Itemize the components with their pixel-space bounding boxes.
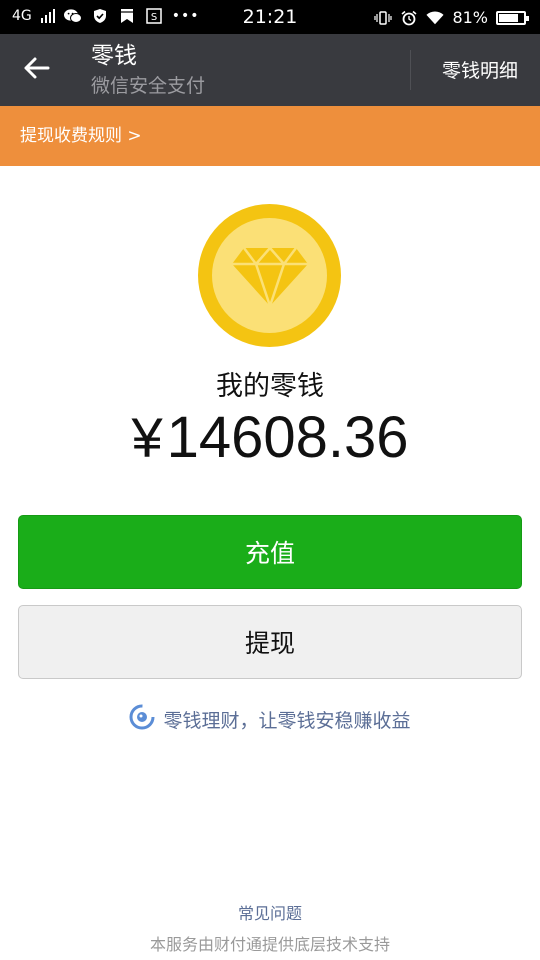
nav-titles: 零钱 微信安全支付: [91, 42, 205, 100]
footer-note: 本服务由财付通提供底层技术支持: [149, 935, 390, 954]
alarm-icon: [400, 10, 418, 26]
balance-value: 14608.36: [166, 405, 409, 470]
diamond-coin-icon: [198, 204, 341, 347]
page-subtitle: 微信安全支付: [91, 75, 206, 97]
battery-icon: [496, 10, 529, 25]
status-right: 81%: [374, 8, 529, 27]
faq-link[interactable]: 常见问题: [0, 900, 540, 924]
back-button[interactable]: [14, 48, 58, 92]
vibrate-icon: [374, 10, 393, 26]
battery-percent: 81%: [452, 8, 488, 27]
balance-label: 我的零钱: [216, 371, 324, 402]
nav-bar: 零钱 微信安全支付 零钱明细: [0, 34, 540, 106]
withdraw-fee-rules-link[interactable]: 提现收费规则 >: [0, 106, 540, 166]
licaitong-icon: [129, 704, 155, 735]
page-title: 零钱: [91, 43, 137, 69]
diamond-icon: [231, 246, 308, 307]
withdraw-button[interactable]: 提现: [18, 605, 522, 679]
nav-divider: [410, 50, 411, 90]
coin-inner: [212, 218, 327, 333]
change-details-button[interactable]: 零钱明细: [442, 56, 518, 83]
currency-symbol: ¥: [131, 406, 163, 469]
wifi-icon: [426, 10, 444, 26]
status-bar: 4G S ••• 21:21 81%: [0, 0, 540, 34]
back-arrow-icon: [22, 56, 50, 84]
battery-fill: [499, 13, 519, 22]
wealth-management-link[interactable]: 零钱理财，让零钱安稳赚收益: [0, 704, 540, 735]
balance-amount: ¥14608.36: [0, 404, 540, 471]
wealth-management-text: 零钱理财，让零钱安稳赚收益: [163, 710, 411, 732]
recharge-button[interactable]: 充值: [18, 515, 522, 589]
